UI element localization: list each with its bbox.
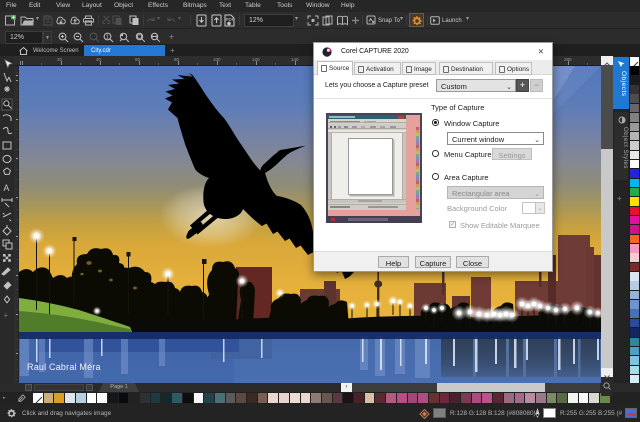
svg-text:+: + — [4, 311, 9, 320]
svg-text:1: 1 — [106, 35, 109, 41]
svg-text:PDF: PDF — [226, 17, 235, 22]
svg-text:A: A — [3, 183, 9, 193]
